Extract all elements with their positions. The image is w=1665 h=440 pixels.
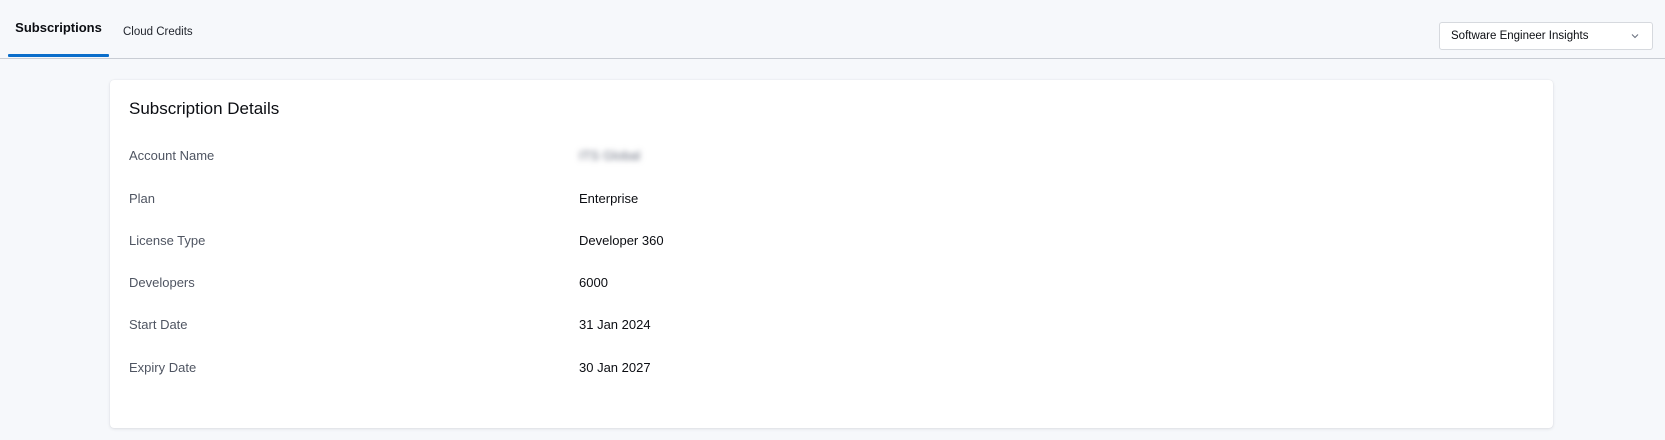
detail-row-license-type: License Type Developer 360: [129, 233, 1529, 253]
top-tab-bar: Subscriptions Cloud Credits Software Eng…: [0, 0, 1665, 59]
detail-row-account-name: Account Name ITS Global: [129, 148, 1529, 168]
detail-value: Developer 360: [579, 233, 664, 248]
detail-value: 31 Jan 2024: [579, 317, 651, 332]
card-title: Subscription Details: [129, 99, 280, 118]
detail-value-redacted: ITS Global: [579, 148, 641, 163]
detail-label: Account Name: [129, 148, 215, 163]
detail-row-start-date: Start Date 31 Jan 2024: [129, 317, 1529, 337]
tab-cloud-credits[interactable]: Cloud Credits: [123, 0, 193, 57]
detail-value: Enterprise: [579, 191, 639, 206]
detail-label: Developers: [129, 275, 195, 290]
detail-label: Start Date: [129, 317, 188, 332]
subscription-details-card: Subscription Details Account Name ITS Gl…: [110, 80, 1553, 428]
detail-value: 30 Jan 2027: [579, 360, 651, 375]
detail-label: Expiry Date: [129, 360, 197, 375]
tab-subscriptions[interactable]: Subscriptions: [8, 0, 109, 57]
detail-row-developers: Developers 6000: [129, 275, 1529, 295]
detail-label: License Type: [129, 233, 206, 248]
tab-cloud-credits-label: Cloud Credits: [123, 25, 193, 38]
chevron-down-icon: [1629, 30, 1641, 42]
active-tab-indicator: [8, 54, 109, 57]
detail-label: Plan: [129, 191, 156, 206]
module-select[interactable]: Software Engineer Insights: [1439, 22, 1653, 50]
detail-row-expiry-date: Expiry Date 30 Jan 2027: [129, 360, 1529, 380]
module-select-value: Software Engineer Insights: [1451, 30, 1589, 42]
tab-subscriptions-label: Subscriptions: [15, 20, 102, 35]
detail-value: 6000: [579, 275, 608, 290]
detail-row-plan: Plan Enterprise: [129, 191, 1529, 211]
